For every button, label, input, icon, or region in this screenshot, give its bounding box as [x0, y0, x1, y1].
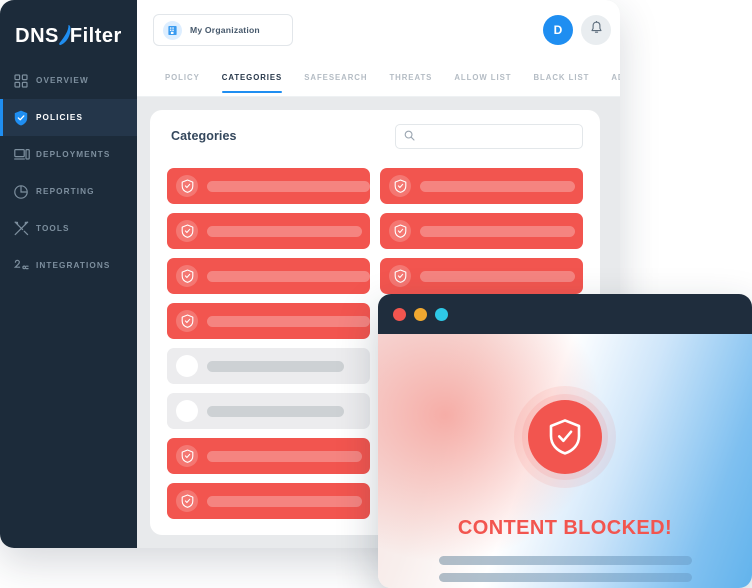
shield-check-icon [176, 175, 198, 197]
tab-threats[interactable]: THREATS [389, 63, 432, 93]
sidebar-item-label: OVERVIEW [36, 76, 89, 85]
category-name-placeholder [207, 180, 370, 192]
sidebar-item-overview[interactable]: OVERVIEW [0, 62, 137, 99]
tab-policy[interactable]: POLICY [165, 63, 200, 93]
notifications-button[interactable] [581, 15, 611, 45]
category-name-placeholder [207, 270, 370, 282]
category-name-placeholder [420, 180, 575, 192]
sidebar-item-tools[interactable]: TOOLS [0, 210, 137, 247]
brand-logo[interactable]: DNS Filter [0, 18, 137, 54]
category-row[interactable] [167, 213, 370, 249]
sidebar-item-label: TOOLS [36, 224, 70, 233]
integrations-icon [14, 257, 36, 275]
shield-check-icon [176, 265, 198, 287]
organization-selector[interactable]: My Organization [153, 14, 293, 46]
sidebar-item-deployments[interactable]: DEPLOYMENTS [0, 136, 137, 173]
search-box[interactable] [395, 124, 583, 149]
tab-advanced[interactable]: ADVANCED [611, 63, 620, 93]
circle-icon [176, 400, 198, 422]
tab-allow-list[interactable]: ALLOW LIST [454, 63, 511, 93]
search-input[interactable] [421, 131, 575, 142]
sidebar-item-label: POLICIES [36, 113, 84, 122]
category-name-placeholder [207, 360, 344, 372]
tab-safesearch[interactable]: SAFESEARCH [304, 63, 367, 93]
sidebar-item-label: DEPLOYMENTS [36, 150, 111, 159]
category-name-placeholder [207, 405, 344, 417]
logo-text-filter: Filter [69, 25, 122, 47]
top-bar: My Organization D [137, 0, 620, 63]
skeleton-line [439, 573, 692, 582]
sidebar-nav: OVERVIEW POLICIES DEPLOYMENTS REPORTING … [0, 62, 137, 284]
browser-title-bar [378, 294, 752, 334]
tab-categories[interactable]: CATEGORIES [221, 63, 283, 93]
category-row[interactable] [167, 348, 370, 384]
shield-halo-inner [522, 394, 608, 480]
organization-label: My Organization [190, 25, 260, 35]
blocked-page-body: CONTENT BLOCKED! [378, 334, 752, 588]
category-row[interactable] [167, 168, 370, 204]
devices-icon [14, 146, 36, 164]
category-row[interactable] [167, 303, 370, 339]
grid-icon [14, 72, 36, 90]
category-row[interactable] [380, 213, 583, 249]
avatar-initial: D [553, 23, 563, 37]
category-name-placeholder [207, 315, 370, 327]
sidebar-item-label: INTEGRATIONS [36, 261, 111, 270]
shield-icon [14, 109, 36, 127]
tab-black-list[interactable]: BLACK LIST [533, 63, 589, 93]
logo-swoosh-icon [58, 24, 71, 48]
shield-check-icon [389, 175, 411, 197]
bell-icon [590, 20, 603, 40]
page-title: Categories [171, 129, 237, 143]
category-name-placeholder [207, 225, 362, 237]
shield-check-icon [176, 490, 198, 512]
skeleton-line [439, 556, 692, 565]
category-row[interactable] [167, 393, 370, 429]
category-row[interactable] [380, 258, 583, 294]
category-row[interactable] [167, 258, 370, 294]
shield-check-icon [389, 265, 411, 287]
category-name-placeholder [207, 495, 362, 507]
categories-column-left [167, 168, 370, 528]
shield-check-icon [176, 445, 198, 467]
tools-icon [14, 220, 36, 238]
screenshot-root: DNS Filter OVERVIEW POLICIES DEPLOYMENTS… [0, 0, 752, 588]
sidebar-item-integrations[interactable]: INTEGRATIONS [0, 247, 137, 284]
category-name-placeholder [420, 270, 575, 282]
category-row[interactable] [167, 483, 370, 519]
category-row[interactable] [380, 168, 583, 204]
shield-check-icon [389, 220, 411, 242]
zoom-dot[interactable] [435, 307, 448, 321]
shield-halo-outer [514, 386, 616, 488]
card-header: Categories [150, 110, 600, 168]
pie-chart-icon [14, 183, 36, 201]
blocked-title: CONTENT BLOCKED! [457, 517, 673, 539]
sidebar: DNS Filter OVERVIEW POLICIES DEPLOYMENTS… [0, 0, 137, 548]
shield-check-icon [176, 220, 198, 242]
logo-text-dns: DNS [15, 25, 59, 47]
search-icon [404, 128, 415, 146]
avatar[interactable]: D [543, 15, 573, 45]
shield-check-icon [528, 400, 602, 474]
sidebar-item-label: REPORTING [36, 187, 95, 196]
category-name-placeholder [420, 225, 575, 237]
shield-check-icon [176, 310, 198, 332]
close-dot[interactable] [393, 307, 406, 321]
sidebar-item-policies[interactable]: POLICIES [0, 99, 137, 136]
category-name-placeholder [207, 450, 362, 462]
sidebar-item-reporting[interactable]: REPORTING [0, 173, 137, 210]
building-icon [163, 20, 182, 40]
circle-icon [176, 355, 198, 377]
tab-bar: POLICY CATEGORIES SAFESEARCH THREATS ALL… [137, 63, 620, 97]
minimize-dot[interactable] [414, 307, 427, 321]
blocked-page-browser-window: CONTENT BLOCKED! [378, 294, 752, 588]
category-row[interactable] [167, 438, 370, 474]
